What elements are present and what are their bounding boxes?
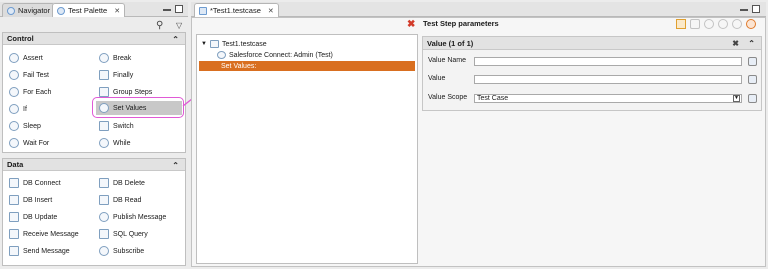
tree-root[interactable]: ▼ Test1.testcase	[201, 39, 267, 49]
cloud-icon	[217, 51, 226, 59]
close-icon[interactable]: ✕	[268, 7, 274, 15]
value-name-label: Value Name	[428, 57, 467, 64]
editor-window-buttons	[740, 5, 760, 13]
params-title: Test Step parameters	[423, 19, 499, 28]
expand-icon[interactable]: ▼	[201, 41, 207, 47]
value-scope-value: Test Case	[477, 95, 509, 102]
value-scope-select[interactable]: Test Case ▼	[474, 94, 742, 103]
maximize-icon[interactable]	[752, 5, 760, 13]
help-icon[interactable]	[718, 19, 728, 29]
value-panel-title: Value (1 of 1)	[427, 38, 474, 48]
warning-icon[interactable]	[676, 19, 686, 29]
refresh-icon[interactable]	[704, 19, 714, 29]
tag-icon[interactable]	[690, 19, 700, 29]
testcase-icon	[199, 6, 207, 15]
params-toolbar	[676, 19, 756, 29]
test-tree: ▼ Test1.testcase Salesforce Connect: Adm…	[196, 34, 418, 264]
info-icon[interactable]	[732, 19, 742, 29]
delete-icon[interactable]: ✖	[407, 19, 415, 30]
tree-root-label: Test1.testcase	[221, 40, 267, 48]
editor-tab-label: *Test1.testcase	[210, 6, 261, 15]
settings-icon[interactable]	[746, 19, 756, 29]
tree-item-salesforce-connect[interactable]: Salesforce Connect: Admin (Test)	[217, 50, 333, 60]
value-panel: Value (1 of 1) ✖ ⌃ Value Name Value Valu…	[422, 36, 762, 111]
tree-item-label: Salesforce Connect: Admin (Test)	[229, 51, 333, 59]
scope-options-icon[interactable]	[748, 94, 757, 103]
variable-picker-icon[interactable]	[748, 57, 757, 66]
value-scope-label: Value Scope	[428, 94, 468, 101]
tab-test1-testcase[interactable]: *Test1.testcase ✕	[194, 3, 279, 17]
collapse-icon[interactable]: ⌃	[748, 39, 755, 48]
testcase-icon	[209, 40, 219, 48]
tree-item-set-values[interactable]: Set Values:	[199, 61, 415, 71]
dropdown-arrow-icon[interactable]: ▼	[733, 95, 740, 102]
editor-tab-bar: *Test1.testcase ✕	[191, 2, 766, 17]
value-name-input[interactable]	[474, 57, 742, 66]
variable-picker-icon[interactable]	[748, 75, 757, 84]
minimize-icon[interactable]	[740, 9, 748, 11]
value-label: Value	[428, 75, 446, 82]
value-input[interactable]	[474, 75, 742, 84]
value-panel-header: Value (1 of 1) ✖ ⌃	[423, 37, 761, 50]
tree-item-label: Set Values:	[221, 62, 257, 70]
remove-icon[interactable]: ✖	[732, 39, 739, 48]
